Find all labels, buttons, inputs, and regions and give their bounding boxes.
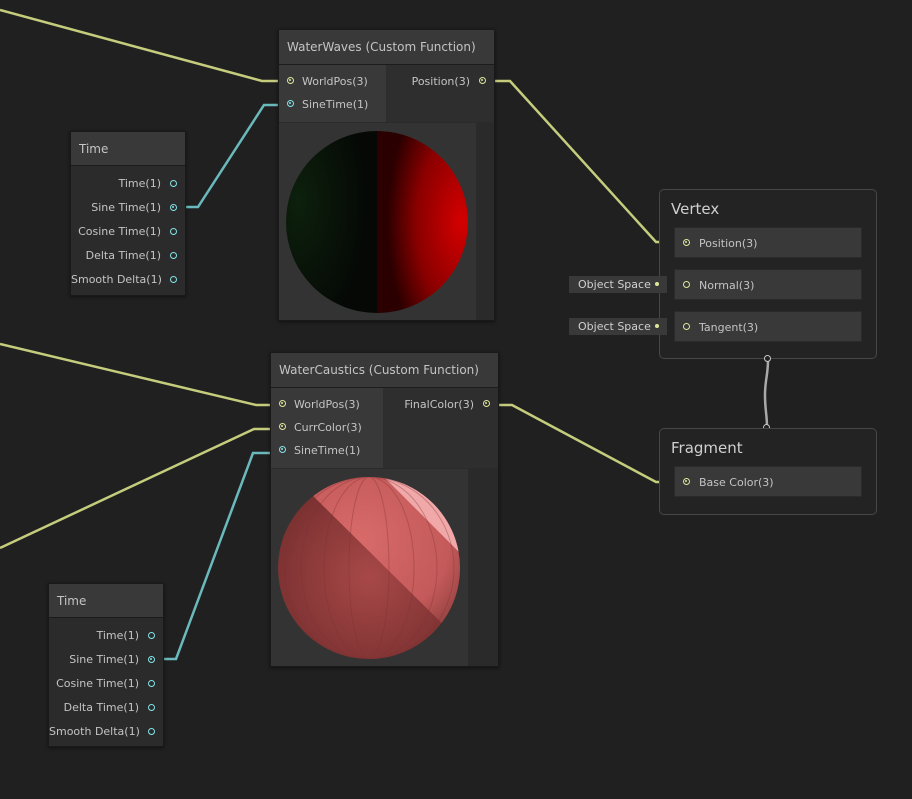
water-caustics-preview	[271, 469, 468, 666]
wire-offscreen-to-caustics-worldpos[interactable]	[0, 342, 276, 407]
water-waves-node-title[interactable]: WaterWaves (Custom Function)	[279, 30, 494, 65]
fragment-slot-base-color[interactable]: Base Color(3)	[674, 466, 862, 497]
time-output-smooth-delta[interactable]: Smooth Delta(1)	[49, 720, 163, 744]
port-icon[interactable]	[287, 100, 294, 107]
port-icon[interactable]	[148, 680, 155, 687]
water-caustics-input-currcolor[interactable]: CurrColor(3)	[271, 416, 383, 439]
port-icon[interactable]	[148, 632, 155, 639]
water-caustics-output-finalcolor[interactable]: FinalColor(3)	[383, 393, 498, 416]
fragment-block-title: Fragment	[671, 439, 743, 457]
tangent-object-space-dropdown[interactable]: Object Space	[569, 318, 667, 335]
vertex-block-title: Vertex	[671, 200, 720, 218]
wire-caustics-finalcolor-to-fragment-basecolor[interactable]	[491, 403, 678, 484]
wire-offscreen-to-waves-worldpos[interactable]	[0, 8, 284, 83]
port-icon[interactable]	[483, 400, 490, 407]
time-output-sine-time[interactable]: Sine Time(1)	[71, 196, 185, 220]
port-dot-icon	[655, 282, 659, 286]
preview-sphere-caustics	[278, 477, 460, 659]
port-icon[interactable]	[170, 252, 177, 259]
port-icon[interactable]	[683, 323, 690, 330]
wire-vertex-to-fragment	[763, 359, 770, 428]
water-caustics-node-title[interactable]: WaterCaustics (Custom Function)	[271, 353, 498, 388]
port-dot-icon	[655, 324, 659, 328]
port-icon[interactable]	[279, 423, 286, 430]
port-icon[interactable]	[170, 228, 177, 235]
normal-object-space-dropdown[interactable]: Object Space	[569, 276, 667, 293]
time-output-time[interactable]: Time(1)	[71, 172, 185, 196]
fragment-block[interactable]: Fragment Base Color(3)	[659, 428, 877, 515]
port-icon[interactable]	[683, 281, 690, 288]
port-icon[interactable]	[287, 77, 294, 84]
time-output-time[interactable]: Time(1)	[49, 624, 163, 648]
time-output-sine-time[interactable]: Sine Time(1)	[49, 648, 163, 672]
vertex-slot-normal[interactable]: Normal(3)	[674, 269, 862, 300]
preview-scroll-strip	[468, 469, 498, 666]
water-waves-input-sinetime[interactable]: SineTime(1)	[279, 93, 386, 116]
water-waves-input-worldpos[interactable]: WorldPos(3)	[279, 70, 386, 93]
water-waves-output-position[interactable]: Position(3)	[386, 70, 494, 93]
port-icon[interactable]	[170, 276, 177, 283]
port-icon[interactable]	[148, 704, 155, 711]
time-output-smooth-delta[interactable]: Smooth Delta(1)	[71, 268, 185, 292]
vertex-flow-out-port-icon[interactable]	[764, 355, 771, 362]
preview-sphere-red-gradient	[286, 131, 468, 313]
port-icon[interactable]	[279, 446, 286, 453]
time-node-2[interactable]: Time Time(1) Sine Time(1) Cosine Time(1)…	[48, 583, 164, 747]
time-node-1-outputs: Time(1) Sine Time(1) Cosine Time(1) Delt…	[71, 166, 185, 292]
water-waves-outputs: Position(3)	[386, 65, 494, 122]
time-output-cosine-time[interactable]: Cosine Time(1)	[49, 672, 163, 696]
vertex-block[interactable]: Vertex Position(3) Normal(3) Tangent(3)	[659, 189, 877, 359]
water-waves-preview	[279, 123, 476, 320]
preview-scroll-strip	[476, 123, 494, 320]
port-icon[interactable]	[170, 204, 177, 211]
vertex-slot-position[interactable]: Position(3)	[674, 227, 862, 258]
vertex-slot-tangent[interactable]: Tangent(3)	[674, 311, 862, 342]
water-waves-node[interactable]: WaterWaves (Custom Function) WorldPos(3)…	[278, 29, 495, 321]
water-caustics-inputs: WorldPos(3) CurrColor(3) SineTime(1)	[271, 388, 383, 468]
water-caustics-outputs: FinalColor(3)	[383, 388, 498, 468]
port-icon[interactable]	[148, 728, 155, 735]
time-node-2-outputs: Time(1) Sine Time(1) Cosine Time(1) Delt…	[49, 618, 163, 744]
wire-time2-sinetime-to-caustics-sinetime[interactable]	[158, 451, 276, 661]
water-waves-inputs: WorldPos(3) SineTime(1)	[279, 65, 386, 122]
water-caustics-node[interactable]: WaterCaustics (Custom Function) WorldPos…	[270, 352, 499, 667]
water-caustics-input-sinetime[interactable]: SineTime(1)	[271, 439, 383, 462]
time-output-delta-time[interactable]: Delta Time(1)	[71, 244, 185, 268]
wire-offscreen-to-caustics-currcolor[interactable]	[0, 427, 276, 550]
water-caustics-input-worldpos[interactable]: WorldPos(3)	[271, 393, 383, 416]
port-icon[interactable]	[148, 656, 155, 663]
port-icon[interactable]	[279, 400, 286, 407]
port-icon[interactable]	[479, 77, 486, 84]
time-node-1[interactable]: Time Time(1) Sine Time(1) Cosine Time(1)…	[70, 131, 186, 296]
time-output-cosine-time[interactable]: Cosine Time(1)	[71, 220, 185, 244]
time-node-1-title[interactable]: Time	[71, 132, 185, 166]
time-node-2-title[interactable]: Time	[49, 584, 163, 618]
port-icon[interactable]	[683, 478, 690, 485]
wire-waves-position-to-vertex-position[interactable]	[488, 79, 678, 244]
port-icon[interactable]	[683, 239, 690, 246]
port-icon[interactable]	[170, 180, 177, 187]
wire-time1-sinetime-to-waves-sinetime[interactable]	[180, 103, 284, 209]
time-output-delta-time[interactable]: Delta Time(1)	[49, 696, 163, 720]
